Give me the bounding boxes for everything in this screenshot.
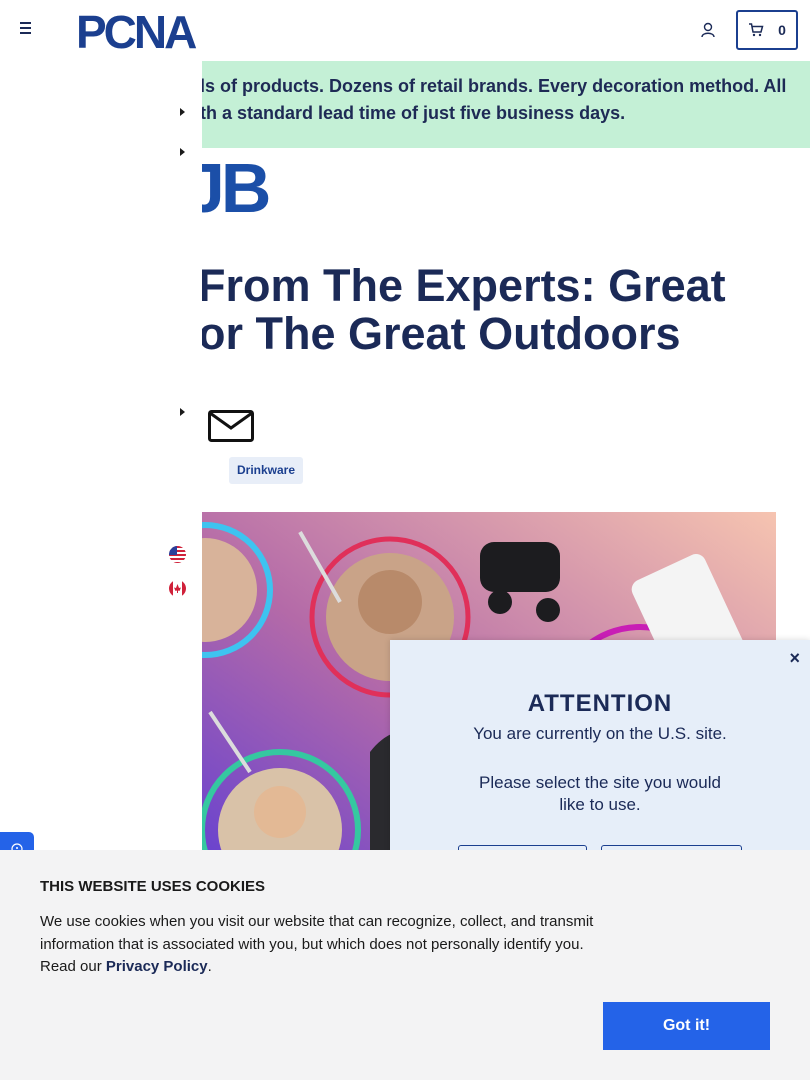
close-icon[interactable]: × [789, 648, 800, 669]
mail-icon[interactable] [208, 410, 254, 442]
chevron-right-icon[interactable] [178, 147, 186, 157]
modal-title: ATTENTION [527, 690, 673, 717]
site-header: PCNA 0 [0, 0, 810, 61]
cart-icon [749, 23, 764, 37]
chevron-right-icon[interactable] [178, 407, 186, 417]
headline-line-2: or The Great Outdoors [198, 308, 681, 359]
tag-drinkware[interactable]: Drinkware [229, 457, 304, 484]
logo-text: PCNA [76, 8, 196, 52]
promo-line-2: th a standard lead time of just five bus… [200, 103, 626, 123]
hamburger-icon[interactable] [20, 22, 36, 38]
promo-line-1: ls of products. Dozens of retail brands.… [200, 76, 787, 96]
cookie-banner: THIS WEBSITE USES COOKIES We use cookies… [0, 850, 810, 1080]
cookie-title: THIS WEBSITE USES COOKIES [40, 878, 266, 895]
modal-select-text: Please select the site you would like to… [479, 773, 721, 814]
cookie-period: . [207, 958, 212, 975]
cart-count: 0 [778, 22, 786, 38]
pcna-logo[interactable]: PCNA [76, 8, 226, 52]
canada-flag-icon[interactable] [169, 580, 186, 597]
cookie-text: We use cookies when you visit our websit… [40, 911, 610, 979]
chevron-right-icon[interactable] [178, 107, 186, 117]
cart-button[interactable]: 0 [736, 10, 798, 50]
modal-current-site-text: You are currently on the U.S. site. [473, 724, 727, 743]
privacy-policy-link[interactable]: Privacy Policy [106, 958, 208, 975]
brand-logo: JB [200, 155, 273, 215]
promo-text: ls of products. Dozens of retail brands.… [200, 73, 800, 127]
svg-text:JB: JB [200, 155, 269, 215]
user-icon[interactable] [699, 21, 717, 39]
us-flag-icon[interactable] [169, 546, 186, 563]
headline-line-1: From The Experts: Great [198, 260, 726, 311]
cookie-accept-button[interactable]: Got it! [603, 1002, 770, 1050]
article-headline: From The Experts: Great or The Great Out… [198, 262, 798, 358]
page: PCNA 0 ls of products. Dozens of retail … [0, 0, 810, 1080]
